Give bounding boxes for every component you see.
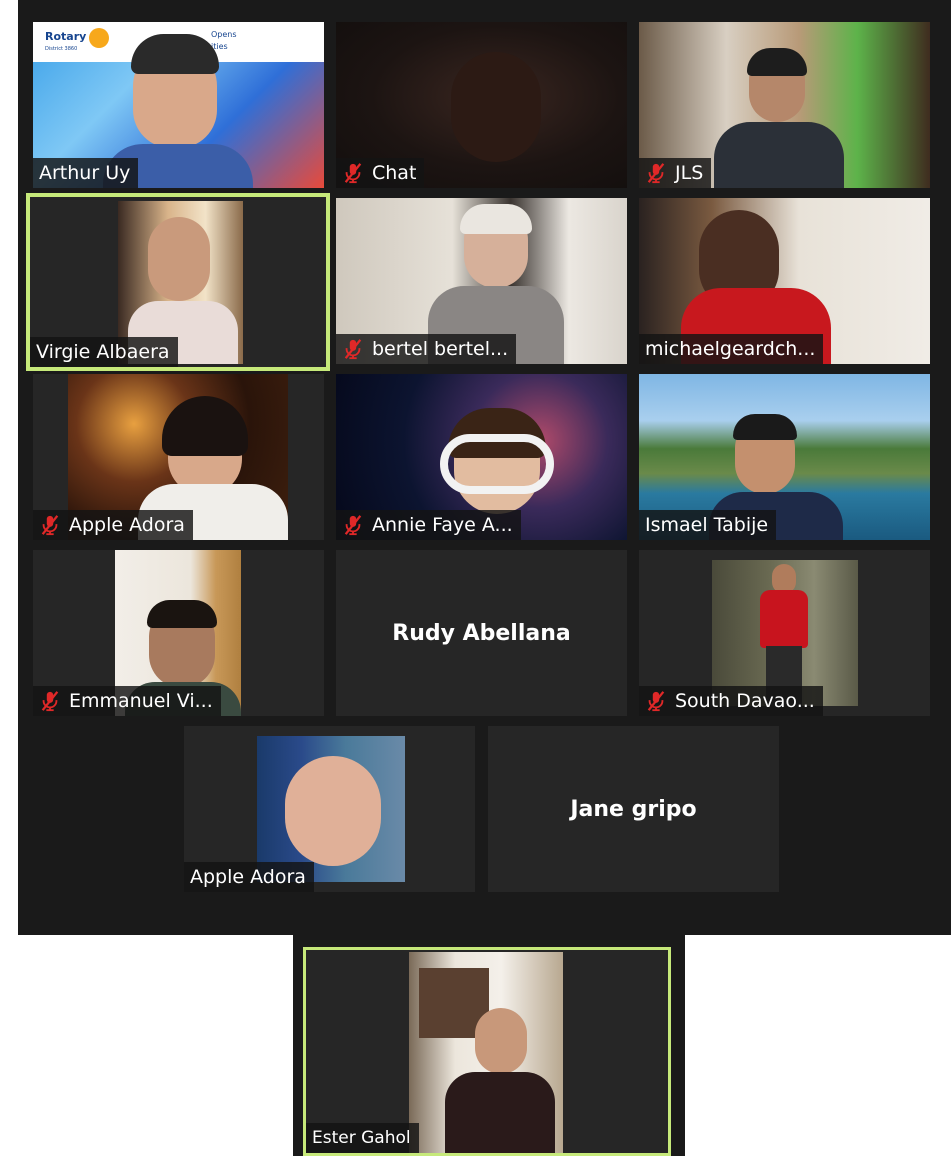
participant-name: Arthur Uy (39, 162, 131, 184)
mic-muted-icon (39, 514, 61, 536)
participant-name: Apple Adora (69, 514, 185, 536)
participant-name-tag: South Davao... (639, 686, 823, 716)
participant-tile[interactable]: Annie Faye A... (336, 374, 627, 540)
rotary-logo-text: Rotary (45, 30, 87, 43)
participant-tile-active-speaker[interactable]: Ester Gahol (303, 947, 671, 1156)
participant-name-tag: Annie Faye A... (336, 510, 521, 540)
participant-tile[interactable]: South Davao... (639, 550, 930, 716)
participant-name: Ismael Tabije (645, 514, 769, 536)
participant-body (445, 1072, 555, 1153)
participant-name: Annie Faye A... (372, 514, 513, 536)
participant-name: JLS (675, 162, 704, 184)
participant-name: Virgie Albaera (36, 341, 170, 363)
participant-head (451, 52, 541, 162)
participant-name: Apple Adora (190, 866, 306, 888)
participant-name-tag: Apple Adora (184, 862, 314, 892)
participant-name: bertel bertel... (372, 338, 509, 360)
participant-name-centered: Jane gripo (570, 796, 697, 822)
participant-body (714, 122, 844, 188)
participant-head (285, 756, 381, 866)
participant-tile[interactable]: Apple Adora (184, 726, 475, 892)
participant-name-tag: Emmanuel Vi... (33, 686, 221, 716)
mic-muted-icon (645, 690, 667, 712)
participant-head (475, 1008, 527, 1074)
participant-name: South Davao... (675, 690, 815, 712)
participant-hair (733, 414, 797, 440)
participant-name: michaelgeardch... (645, 338, 816, 360)
banner-text-opens: Opens (211, 30, 237, 39)
participant-tile[interactable]: Emmanuel Vi... (33, 550, 324, 716)
participant-name-tag: JLS (639, 158, 712, 188)
participant-tile[interactable]: bertel bertel... (336, 198, 627, 364)
rotary-wheel-icon (89, 28, 109, 48)
mic-muted-icon (342, 514, 364, 536)
mic-muted-icon (39, 690, 61, 712)
participant-name-tag: Arthur Uy (33, 158, 139, 188)
participant-name: Ester Gahol (312, 1128, 411, 1148)
rotary-district-text: District 3860 (45, 46, 78, 52)
participant-tile[interactable]: michaelgeardch... (639, 198, 930, 364)
secondary-video-window: Ester Gahol (293, 935, 685, 1156)
participant-hair (162, 396, 248, 456)
participant-name-tag: Ester Gahol (306, 1123, 419, 1153)
participant-head (148, 217, 210, 301)
participant-name-tag: Apple Adora (33, 510, 193, 540)
participant-hair (147, 600, 217, 628)
participant-video (257, 736, 405, 882)
participant-tile[interactable]: Chat (336, 22, 627, 188)
participant-hair (747, 48, 807, 76)
participant-video (409, 952, 563, 1153)
participant-name-tag: Virgie Albaera (30, 337, 178, 367)
participant-tile[interactable]: JLS (639, 22, 930, 188)
mic-muted-icon (342, 338, 364, 360)
participant-name-tag: bertel bertel... (336, 334, 517, 364)
participant-tile[interactable]: Ismael Tabije (639, 374, 930, 540)
participant-tile-video-off[interactable]: Rudy Abellana (336, 550, 627, 716)
participant-name: Emmanuel Vi... (69, 690, 213, 712)
participant-tile[interactable]: Apple Adora (33, 374, 324, 540)
participant-video (712, 560, 858, 706)
participant-tile[interactable]: Rotary District 3860 Opens ities Arthur … (33, 22, 324, 188)
participant-name-tag: Ismael Tabije (639, 510, 777, 540)
participant-tile-video-off[interactable]: Jane gripo (488, 726, 779, 892)
participant-hair (460, 204, 532, 234)
participant-name-centered: Rudy Abellana (392, 620, 571, 646)
gallery-view: Rotary District 3860 Opens ities Arthur … (18, 0, 951, 935)
mic-muted-icon (342, 162, 364, 184)
participant-name: Chat (372, 162, 417, 184)
participant-hair (131, 34, 219, 74)
participant-name-tag: Chat (336, 158, 425, 188)
participant-body (760, 590, 808, 648)
participant-name-tag: michaelgeardch... (639, 334, 824, 364)
mic-muted-icon (645, 162, 667, 184)
participant-headset (440, 434, 554, 494)
participant-tile-active-speaker[interactable]: Virgie Albaera (26, 193, 330, 371)
